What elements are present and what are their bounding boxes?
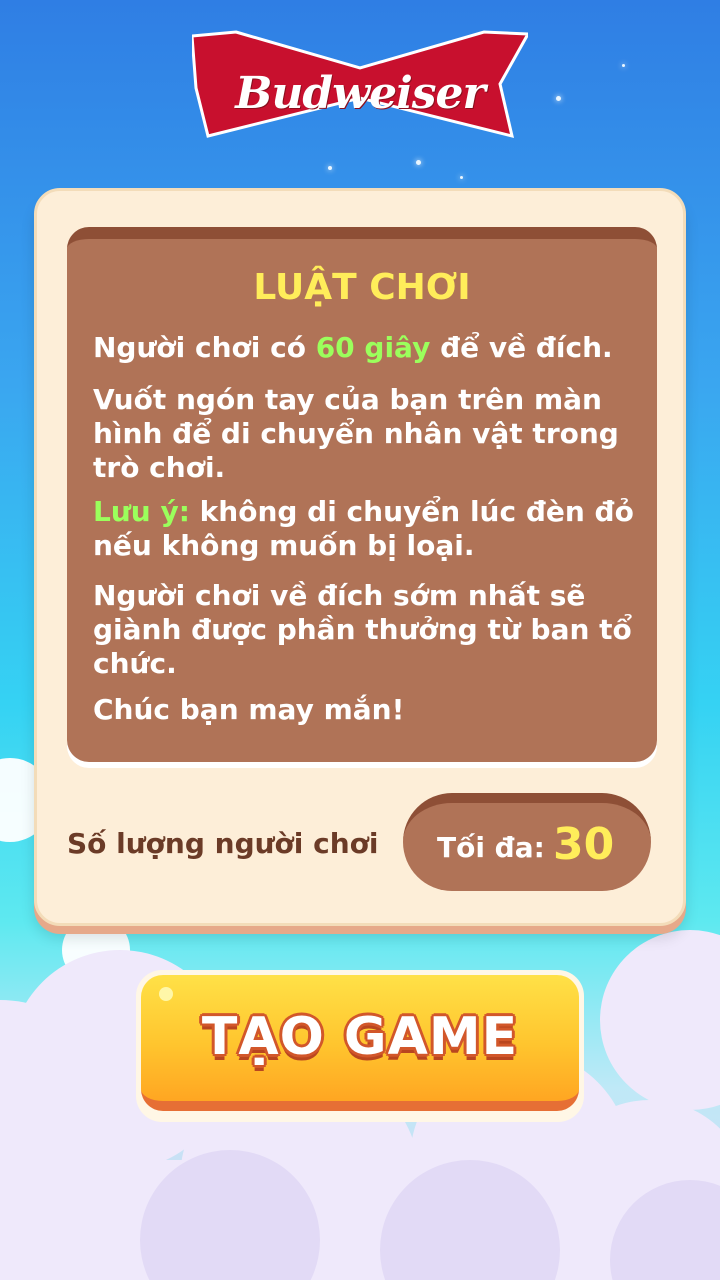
logo-text: Budweiser [235, 68, 485, 119]
max-players-value: 30 [553, 819, 615, 870]
rules-panel: LUẬT CHƠI Người chơi có 60 giây để về đí… [34, 188, 686, 926]
rule-red-light: Lưu ý: không di chuyển lúc đèn đỏ nếu kh… [93, 495, 634, 562]
rule-note-highlight: Lưu ý: [93, 495, 190, 528]
budweiser-logo: Budweiser [192, 28, 528, 140]
players-count-label: Số lượng người chơi [67, 827, 379, 860]
rule-prize: Người chơi về đích sớm nhất sẽ giành đượ… [93, 579, 632, 680]
rule-swipe: Vuốt ngón tay của bạn trên màn hình để d… [93, 383, 619, 484]
rule-good-luck: Chúc bạn may mắn! [93, 693, 405, 726]
max-players-label: Tối đa: [437, 831, 545, 864]
max-players-badge: Tối đa: 30 [403, 793, 651, 891]
button-shine [159, 987, 173, 1001]
rules-title: LUẬT CHƠI [253, 267, 471, 308]
create-game-button-face[interactable]: TẠO GAME [141, 975, 579, 1111]
create-game-button-label[interactable]: TẠO GAME [141, 1007, 579, 1067]
rules-box: LUẬT CHƠI Người chơi có 60 giây để về đí… [67, 227, 657, 762]
create-game-button[interactable]: TẠO GAME [136, 970, 584, 1122]
rule-time-highlight: 60 giây [315, 331, 431, 364]
rule-time-limit: Người chơi có 60 giây để về đích. [93, 331, 613, 364]
